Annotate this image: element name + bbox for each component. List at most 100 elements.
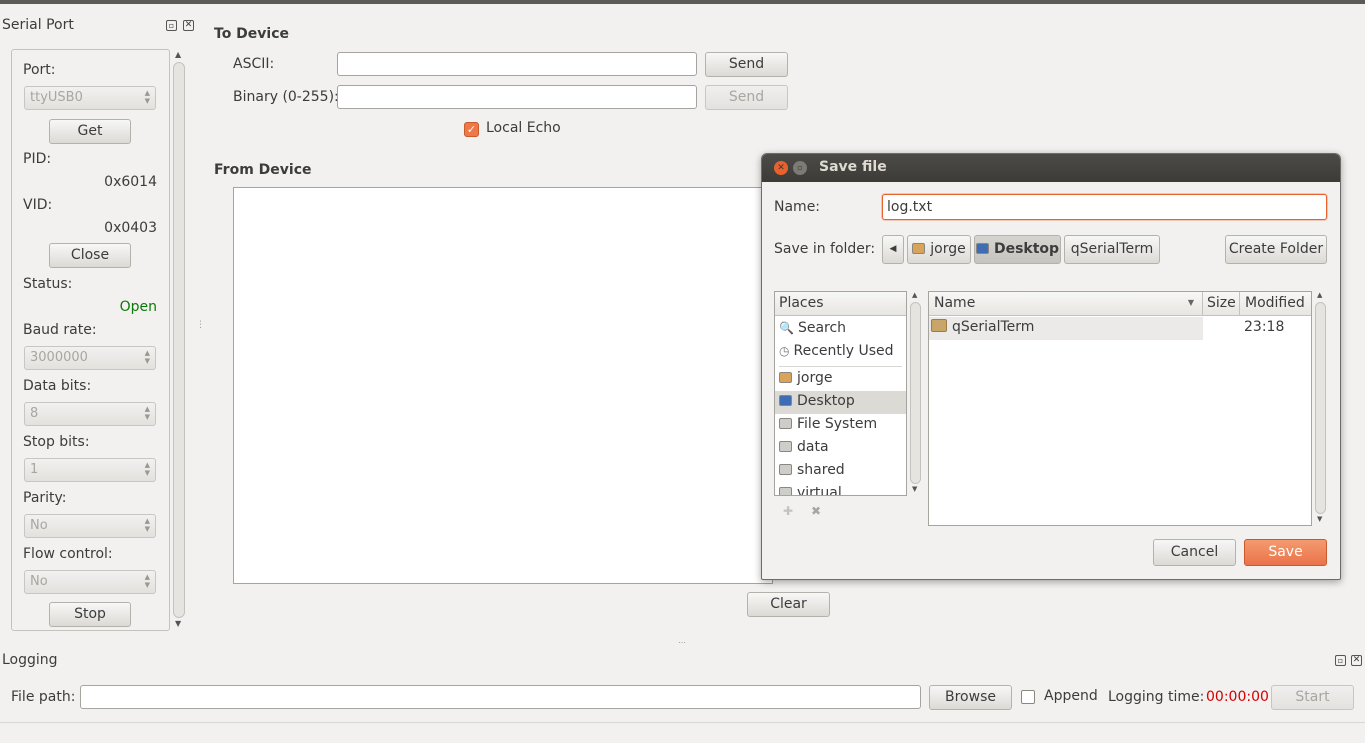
file-name: qSerialTerm <box>952 319 1035 335</box>
stop-bits-label: Stop bits: <box>23 434 90 450</box>
drive-icon <box>779 487 792 495</box>
path-jorge-button[interactable]: jorge <box>907 235 971 264</box>
binary-input[interactable] <box>337 85 697 109</box>
serial-port-panel: Port: ttyUSB0 ▲ ▼ Get PID: 0x6014 VID: 0x0… <box>11 49 170 631</box>
save-in-folder-label: Save in folder: <box>774 241 876 257</box>
places-item-recently-used[interactable]: ◷ Recently Used <box>775 341 906 364</box>
places-header-label: Places <box>779 295 824 311</box>
places-separator <box>779 366 902 367</box>
places-item-desktop[interactable]: Desktop <box>775 391 906 414</box>
from-device-output[interactable] <box>233 187 773 584</box>
add-bookmark-icon[interactable]: ✚ <box>783 504 793 518</box>
search-icon: 🔍 <box>779 321 794 335</box>
places-item-data[interactable]: data <box>775 437 906 460</box>
baud-rate-label: Baud rate: <box>23 322 97 338</box>
scroll-up-icon[interactable]: ▲ <box>175 50 181 59</box>
dialog-title: Save file <box>819 159 887 175</box>
dialog-close-icon[interactable]: ✕ <box>774 161 788 175</box>
places-header[interactable]: Places <box>775 292 906 316</box>
parity-select[interactable]: No ▲ ▼ <box>24 514 156 538</box>
places-item-search[interactable]: 🔍 Search <box>775 318 906 341</box>
status-bar <box>0 722 1365 743</box>
pid-value: 0x6014 <box>104 174 157 190</box>
files-scrollbar[interactable]: ▲ ▼ <box>1315 291 1326 526</box>
save-file-dialog: ✕ ▫ Save file Name: Save in folder: ◀ jo… <box>761 153 1341 580</box>
path-back-button[interactable]: ◀ <box>882 235 904 264</box>
dock-float-icon[interactable]: ▫ <box>166 20 177 31</box>
places-item-file-system[interactable]: File System <box>775 414 906 437</box>
path-desktop-button[interactable]: Desktop <box>974 235 1061 264</box>
scroll-down-icon[interactable]: ▼ <box>1317 515 1322 523</box>
files-header-name[interactable]: Name ▼ <box>929 292 1203 316</box>
scroll-up-icon[interactable]: ▲ <box>912 291 917 299</box>
file-row[interactable]: qSerialTerm 23:18 <box>929 317 1311 340</box>
clock-icon: ◷ <box>779 344 790 358</box>
splitter-handle-vertical[interactable]: ⋮ <box>196 320 205 330</box>
scroll-down-icon[interactable]: ▼ <box>912 485 917 493</box>
places-item-shared[interactable]: shared <box>775 460 906 483</box>
desktop-icon <box>779 395 792 406</box>
remove-bookmark-icon[interactable]: ✖ <box>811 504 821 518</box>
binary-label: Binary (0-255): <box>233 89 339 105</box>
dialog-titlebar[interactable]: ✕ ▫ Save file <box>762 154 1340 182</box>
parity-label: Parity: <box>23 490 67 506</box>
places-item-label: File System <box>797 416 878 432</box>
append-checkbox[interactable] <box>1021 690 1035 704</box>
places-pane: Places 🔍 Search ◷ Recently Used jorge Desk… <box>774 291 907 496</box>
close-button[interactable]: Close <box>49 243 131 268</box>
scrollbar-thumb[interactable] <box>1315 302 1326 514</box>
serial-port-dock-title: Serial Port <box>2 17 74 33</box>
vid-value: 0x0403 <box>104 220 157 236</box>
places-item-label: shared <box>797 462 845 478</box>
stop-button[interactable]: Stop <box>49 602 131 627</box>
desktop-icon <box>975 243 989 254</box>
files-header-size-label: Size <box>1207 295 1236 311</box>
dock-close-icon[interactable]: ✕ <box>183 20 194 31</box>
get-button[interactable]: Get <box>49 119 131 144</box>
status-value: Open <box>119 299 157 315</box>
logging-close-icon[interactable]: ✕ <box>1351 655 1362 666</box>
places-scrollbar[interactable]: ▲ ▼ <box>910 291 921 496</box>
create-folder-button[interactable]: Create Folder <box>1225 235 1327 264</box>
files-header-modified[interactable]: Modified <box>1240 292 1311 316</box>
flow-control-select[interactable]: No ▲ ▼ <box>24 570 156 594</box>
scroll-down-icon[interactable]: ▼ <box>175 619 181 628</box>
places-item-virtual[interactable]: virtual <box>775 483 906 495</box>
filename-input[interactable] <box>882 194 1327 220</box>
dialog-maximize-icon[interactable]: ▫ <box>793 161 807 175</box>
port-select[interactable]: ttyUSB0 ▲ ▼ <box>24 86 156 110</box>
cancel-button[interactable]: Cancel <box>1153 539 1236 566</box>
start-button[interactable]: Start <box>1271 685 1354 710</box>
files-header-size[interactable]: Size <box>1203 292 1240 316</box>
baud-rate-select[interactable]: 3000000 ▲ ▼ <box>24 346 156 370</box>
files-header-modified-label: Modified <box>1245 295 1305 311</box>
append-label: Append <box>1044 688 1098 704</box>
browse-button[interactable]: Browse <box>929 685 1012 710</box>
drive-icon <box>779 441 792 452</box>
splitter-handle-horizontal[interactable]: ⋯ <box>678 638 686 647</box>
file-path-input[interactable] <box>80 685 921 709</box>
stop-bits-select[interactable]: 1 ▲ ▼ <box>24 458 156 482</box>
to-device-title: To Device <box>214 26 290 42</box>
scrollbar-thumb[interactable] <box>173 62 185 618</box>
places-item-label: jorge <box>797 370 833 386</box>
logging-float-icon[interactable]: ▫ <box>1335 655 1346 666</box>
files-pane: Name ▼ Size Modified qSerialTerm 23:18 <box>928 291 1312 526</box>
save-button[interactable]: Save <box>1244 539 1327 566</box>
send-ascii-button[interactable]: Send <box>705 52 788 77</box>
clear-button[interactable]: Clear <box>747 592 830 617</box>
scrollbar-thumb[interactable] <box>910 302 921 484</box>
places-item-jorge[interactable]: jorge <box>775 368 906 391</box>
port-label: Port: <box>23 62 56 78</box>
path-qserialterm-button[interactable]: qSerialTerm <box>1064 235 1160 264</box>
places-item-label: Search <box>797 320 847 336</box>
file-modified-cell: 23:18 <box>1244 319 1285 335</box>
serial-port-scrollbar[interactable]: ▲ ▼ <box>173 50 185 631</box>
ascii-input[interactable] <box>337 52 697 76</box>
pid-label: PID: <box>23 151 52 167</box>
data-bits-select[interactable]: 8 ▲ ▼ <box>24 402 156 426</box>
scroll-up-icon[interactable]: ▲ <box>1317 291 1322 299</box>
send-binary-button[interactable]: Send <box>705 85 788 110</box>
vid-label: VID: <box>23 197 53 213</box>
local-echo-checkbox[interactable]: ✓ <box>464 122 479 137</box>
